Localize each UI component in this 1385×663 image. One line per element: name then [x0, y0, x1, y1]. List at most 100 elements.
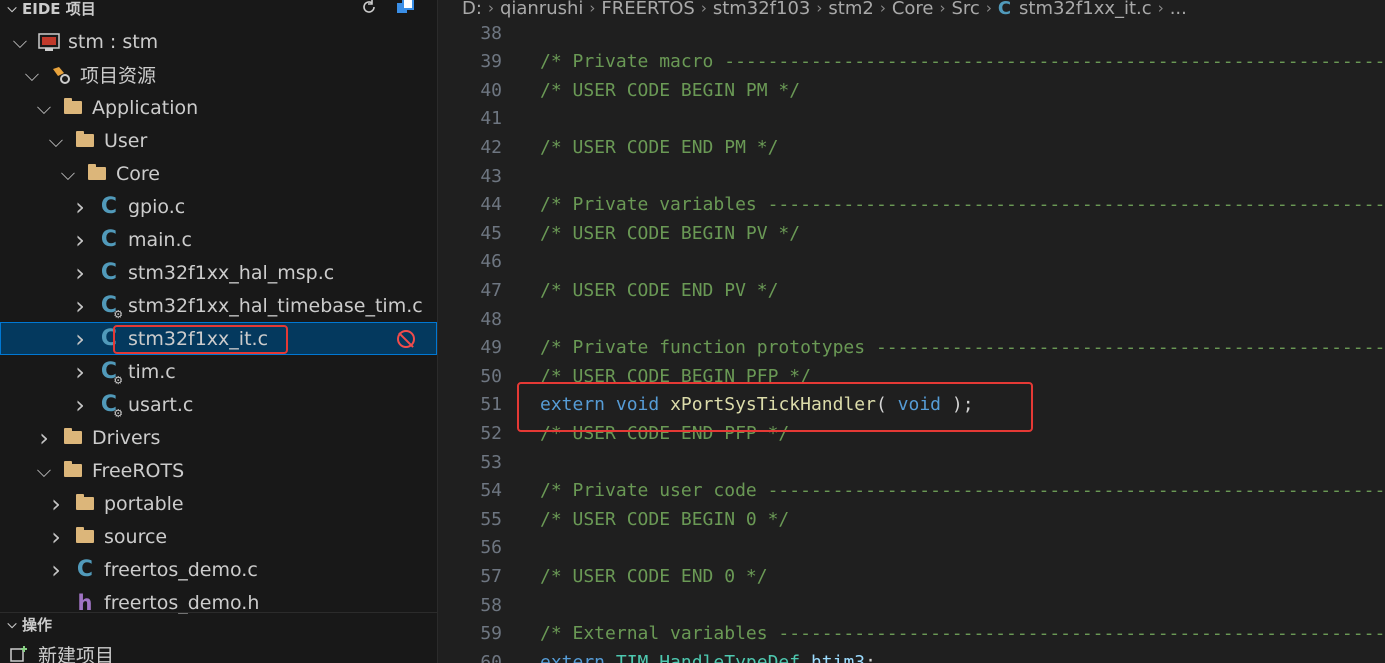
chevron-right-icon[interactable]: › [46, 556, 66, 584]
tree-item[interactable]: ⌵ FreeROTS [0, 454, 437, 487]
code-line[interactable]: 47 /* USER CODE END PV */ [438, 276, 778, 304]
code-line[interactable]: 45 /* USER CODE BEGIN PV */ [438, 219, 800, 247]
code-line[interactable]: 46 [438, 248, 502, 276]
ops-section-header[interactable]: ⌵ 操作 [0, 612, 437, 635]
c-file-icon: C [100, 226, 118, 252]
ops-item-new-project[interactable]: 新建项目 [0, 638, 437, 663]
chevron-right-icon: › [816, 0, 823, 17]
line-number: 40 [480, 79, 502, 101]
tree-item[interactable]: ⌵ 项目资源 [0, 58, 437, 91]
code-text: /* External variables ------------------… [540, 623, 1385, 645]
code-line[interactable]: 57 /* USER CODE END 0 */ [438, 562, 767, 590]
excluded-icon[interactable] [397, 329, 415, 348]
folder-icon [86, 163, 108, 185]
line-number: 44 [480, 194, 502, 216]
code-line[interactable]: 44 /* Private variables -----------------… [438, 191, 1385, 219]
code-editor[interactable]: D: › qianrushi › FREERTOS › stm32f103 › stm2 › Cor… [438, 0, 1385, 663]
chevron-right-icon[interactable]: › [34, 424, 54, 452]
switch-project-icon[interactable] [395, 0, 415, 17]
code-line[interactable]: 40 /* USER CODE BEGIN PM */ [438, 76, 800, 104]
breadcrumb-item[interactable]: ... [1170, 0, 1187, 19]
eide-section-header[interactable]: ⌵ EIDE 项目 [0, 0, 437, 19]
chevron-down-icon[interactable]: ⌵ [46, 130, 66, 152]
chevron-down-icon: ⌵ [7, 0, 17, 15]
breadcrumb-item[interactable]: Core [892, 0, 934, 19]
h-file-icon: h [77, 590, 93, 615]
chevron-right-icon[interactable]: › [70, 325, 90, 353]
code-line[interactable]: 41 [438, 105, 502, 133]
breadcrumb-item[interactable]: qianrushi [500, 0, 583, 19]
tree-item[interactable]: ⌵ stm : stm [0, 25, 437, 58]
refresh-icon[interactable] [359, 0, 379, 17]
tree-item[interactable]: › Cstm32f1xx_it.c [0, 322, 437, 355]
c-file-icon: C [997, 0, 1012, 19]
chevron-right-icon[interactable]: › [70, 358, 90, 386]
chevron-right-icon: › [1157, 0, 1164, 17]
chevron-right-icon: › [589, 0, 596, 17]
chevron-right-icon[interactable]: › [46, 490, 66, 518]
folder-icon [74, 526, 96, 548]
tree-item[interactable]: › source [0, 520, 437, 553]
tree-item[interactable]: › portable [0, 487, 437, 520]
chevron-right-icon[interactable]: › [70, 226, 90, 254]
code-text: /* USER CODE END 0 */ [540, 565, 768, 587]
c-file-gear-icon: C ⚙ [100, 292, 124, 321]
line-number: 38 [480, 22, 502, 44]
tree-item[interactable]: ⌵ User [0, 124, 437, 157]
line-number: 51 [480, 394, 502, 416]
code-line[interactable]: 42 /* USER CODE END PM */ [438, 133, 778, 161]
chevron-down-icon[interactable]: ⌵ [34, 97, 54, 119]
code-line[interactable]: 50 /* USER CODE BEGIN PFP */ [438, 362, 811, 390]
line-number: 58 [480, 594, 502, 616]
tree-item[interactable]: › C ⚙ usart.c [0, 388, 437, 421]
chevron-down-icon[interactable]: ⌵ [10, 31, 30, 53]
code-line[interactable]: 60 extern TIM_HandleTypeDef htim3; [438, 648, 876, 663]
code-line[interactable]: 49 /* Private function prototypes -------… [438, 334, 1385, 362]
chevron-down-icon[interactable]: ⌵ [58, 163, 78, 185]
chevron-right-icon[interactable]: › [70, 292, 90, 320]
tree-item[interactable]: › Cstm32f1xx_hal_msp.c [0, 256, 437, 289]
folder-icon [62, 427, 84, 449]
tree-item[interactable]: › C ⚙ tim.c [0, 355, 437, 388]
breadcrumb-item[interactable]: FREERTOS [601, 0, 694, 19]
tree-item[interactable]: › Drivers [0, 421, 437, 454]
code-text: /* Private function prototypes ---------… [540, 337, 1385, 359]
chevron-down-icon[interactable]: ⌵ [22, 64, 42, 86]
breadcrumb-item[interactable]: stm32f1xx_it.c [1019, 0, 1152, 19]
tree-item[interactable]: ⌵ Core [0, 157, 437, 190]
code-line[interactable]: 52 /* USER CODE END PFP */ [438, 419, 789, 447]
tree-item-label: Application [92, 96, 199, 119]
code-line[interactable]: 38 [438, 19, 502, 47]
chevron-right-icon[interactable]: › [70, 391, 90, 419]
code-line[interactable]: 43 [438, 162, 502, 190]
tree-item[interactable]: ⌵ Application [0, 91, 437, 124]
code-line[interactable]: 58 [438, 591, 502, 619]
chevron-down-icon: ⌵ [7, 616, 17, 631]
tree-item[interactable]: › Cmain.c [0, 223, 437, 256]
code-line[interactable]: 51 extern void xPortSysTickHandler( void … [438, 391, 973, 419]
tree-item[interactable]: › C ⚙ stm32f1xx_hal_timebase_tim.c [0, 289, 437, 322]
breadcrumb-item[interactable]: D: [462, 0, 482, 19]
c-file-gear-icon: C ⚙ [100, 391, 124, 420]
code-line[interactable]: 39 /* Private macro ---------------------… [438, 48, 1385, 76]
code-line[interactable]: 54 /* Private user code -----------------… [438, 477, 1385, 505]
breadcrumb-item[interactable]: Src [951, 0, 979, 19]
chevron-right-icon[interactable]: › [70, 259, 90, 287]
chevron-right-icon: › [985, 0, 992, 17]
breadcrumb-item[interactable]: stm2 [828, 0, 873, 19]
chevron-down-icon[interactable]: ⌵ [34, 460, 54, 482]
chevron-right-icon[interactable]: › [70, 193, 90, 221]
code-line[interactable]: 53 [438, 448, 502, 476]
tree-item-label: stm : stm [68, 30, 159, 53]
code-line[interactable]: 56 [438, 534, 502, 562]
code-line[interactable]: 55 /* USER CODE BEGIN 0 */ [438, 505, 789, 533]
tree-item[interactable]: › Cfreertos_demo.c [0, 553, 437, 586]
chevron-right-icon[interactable]: › [46, 523, 66, 551]
folder-icon [62, 460, 84, 482]
line-number: 55 [480, 508, 502, 530]
code-line[interactable]: 59 /* External variables ----------------… [438, 620, 1385, 648]
tree-item-label: User [104, 129, 148, 152]
tree-item[interactable]: › Cgpio.c [0, 190, 437, 223]
breadcrumb-item[interactable]: stm32f103 [713, 0, 811, 19]
code-line[interactable]: 48 [438, 305, 502, 333]
